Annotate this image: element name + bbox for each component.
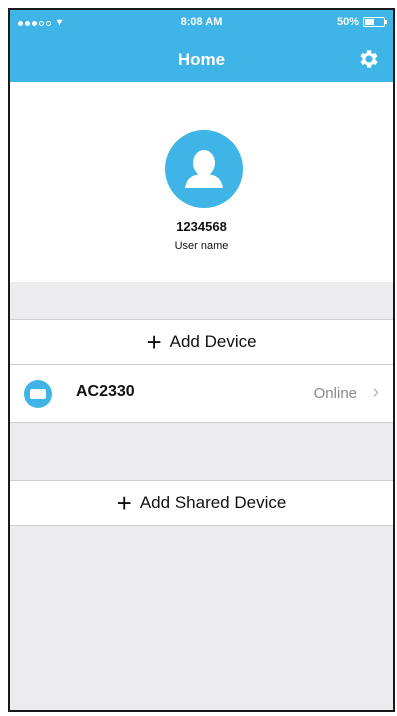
status-bar: ▾ 8:08 AM 50%	[10, 10, 393, 34]
user-id: 1234568	[176, 219, 227, 234]
page-title: Home	[177, 50, 226, 69]
battery-indicator: 50%	[336, 16, 387, 28]
add-shared-label-wrap: + Add Shared Device	[10, 481, 393, 525]
add-shared-device-button[interactable]: + Add Shared Device	[10, 480, 393, 526]
battery-fill	[365, 19, 374, 25]
avatar[interactable]	[165, 130, 243, 208]
app-header: ▾ 8:08 AM 50% Home	[10, 10, 393, 82]
gear-icon[interactable]	[357, 47, 381, 71]
add-device-label-wrap: + Add Device	[10, 320, 393, 364]
phone-frame: ▾ 8:08 AM 50% Home 1234568 User name + A…	[8, 8, 395, 712]
device-name: AC2330	[76, 383, 135, 400]
battery-icon	[363, 17, 387, 27]
ac-unit-shape	[30, 389, 46, 399]
add-device-label: Add Device	[169, 332, 257, 351]
chevron-right-icon: ›	[372, 381, 379, 403]
plus-icon: +	[116, 488, 132, 518]
battery-percent: 50%	[336, 16, 359, 28]
device-status: Online	[313, 385, 357, 402]
user-icon	[185, 150, 223, 188]
add-shared-device-label: Add Shared Device	[139, 493, 287, 512]
air-conditioner-icon	[24, 380, 52, 408]
plus-icon: +	[146, 327, 162, 357]
user-name: User name	[174, 240, 229, 252]
profile-card: 1234568 User name	[10, 82, 393, 282]
device-row[interactable]: AC2330 Online ›	[10, 365, 393, 423]
status-time: 8:08 AM	[180, 16, 223, 28]
add-device-button[interactable]: + Add Device	[10, 319, 393, 365]
